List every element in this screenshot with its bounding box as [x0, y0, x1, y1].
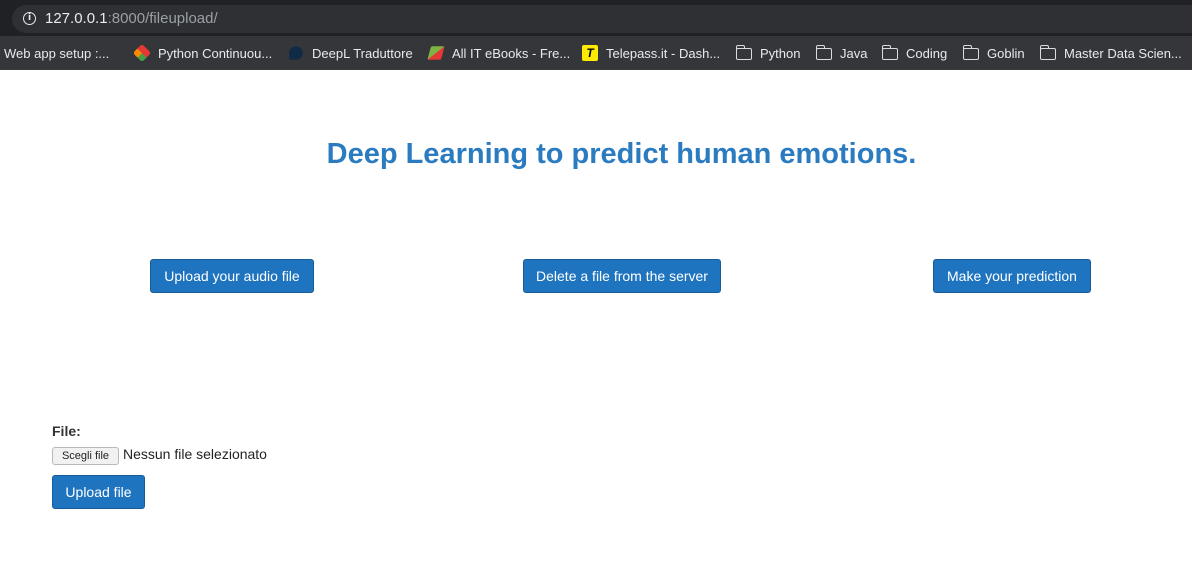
deepl-icon	[289, 46, 303, 60]
folder-icon	[1039, 45, 1056, 60]
bookmark-python-continuous[interactable]: Python Continuou...	[132, 43, 273, 63]
file-status-text: Nessun file selezionato	[123, 446, 267, 462]
browser-address-bar: i 127.0.0.1:8000/fileupload/	[0, 0, 1192, 36]
bookmark-folder-goblin[interactable]: Goblin	[962, 44, 1025, 62]
bookmark-folder-java[interactable]: Java	[815, 44, 868, 62]
itebooks-icon	[427, 46, 445, 60]
info-icon[interactable]: i	[23, 12, 36, 25]
bookmark-label: Python Continuou...	[158, 45, 273, 61]
bookmark-label: Telepass.it - Dash...	[606, 45, 721, 61]
bookmark-telepass[interactable]: T Telepass.it - Dash...	[582, 44, 720, 62]
make-prediction-button[interactable]: Make your prediction	[933, 259, 1091, 293]
bookmark-deepl[interactable]: DeepL Traduttore	[288, 44, 413, 62]
url-text[interactable]: 127.0.0.1:8000/fileupload/	[45, 10, 218, 27]
url-host: 127.0.0.1	[45, 10, 108, 27]
url-path: :8000/fileupload/	[107, 10, 218, 27]
bookmarks-bar: Web app setup :... Python Continuou... D…	[0, 36, 1192, 70]
file-field-label: File:	[52, 423, 81, 439]
upload-audio-button[interactable]: Upload your audio file	[150, 259, 314, 293]
bookmark-label: Web app setup :...	[4, 45, 110, 61]
upload-file-button[interactable]: Upload file	[52, 475, 145, 509]
bookmark-label: Java	[840, 45, 868, 61]
bookmark-web-app-setup[interactable]: Web app setup :...	[4, 44, 109, 62]
folder-icon	[881, 45, 898, 60]
bookmark-label: Python	[760, 45, 801, 61]
bookmark-label: Goblin	[987, 45, 1025, 61]
folder-icon	[815, 45, 832, 60]
folder-icon	[735, 45, 752, 60]
delete-file-button[interactable]: Delete a file from the server	[523, 259, 721, 293]
bookmark-label: DeepL Traduttore	[312, 45, 413, 61]
bookmark-label: Master Data Scien...	[1064, 45, 1182, 61]
choose-file-button[interactable]: Scegli file	[52, 447, 119, 465]
bookmark-folder-python[interactable]: Python	[735, 44, 801, 62]
bookmark-label: All IT eBooks - Fre...	[452, 45, 571, 61]
bookmark-all-it-ebooks[interactable]: All IT eBooks - Fre...	[427, 44, 571, 62]
bookmark-label: Coding	[906, 45, 948, 61]
bookmark-folder-master-data-science[interactable]: Master Data Scien...	[1039, 44, 1182, 62]
python-continuous-icon	[132, 43, 152, 63]
bookmark-folder-coding[interactable]: Coding	[881, 44, 948, 62]
folder-icon	[962, 45, 979, 60]
page-title: Deep Learning to predict human emotions.	[326, 138, 917, 170]
telepass-icon: T	[582, 45, 598, 61]
